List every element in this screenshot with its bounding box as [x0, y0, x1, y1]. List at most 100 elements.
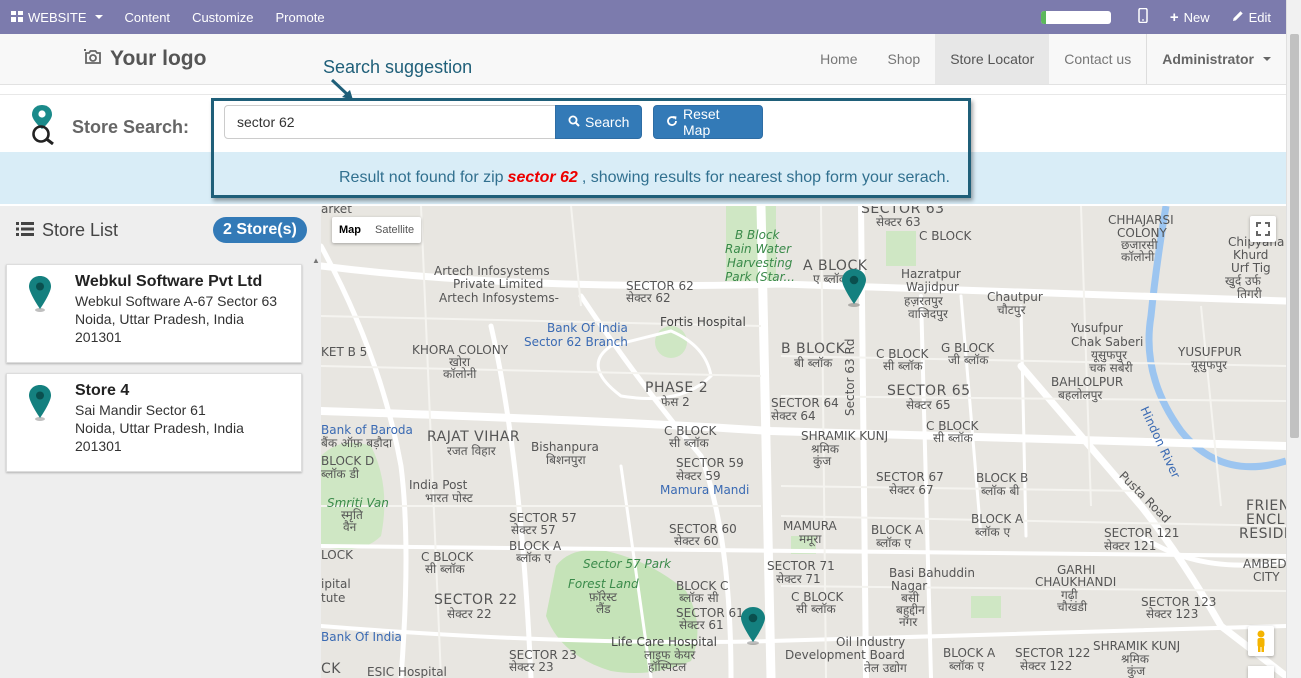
fullscreen-icon — [1256, 222, 1270, 236]
map-marker-icon — [27, 384, 53, 426]
zip-search-input[interactable] — [224, 105, 556, 139]
nav-home[interactable]: Home — [805, 34, 872, 84]
map-label: Bank Of India — [321, 630, 402, 644]
map-label: रजत विहार — [447, 444, 496, 458]
mobile-preview-button[interactable] — [1127, 0, 1159, 34]
grid-icon — [11, 10, 23, 25]
content-menu[interactable]: Content — [114, 0, 182, 34]
map-label: CITY — [1253, 570, 1280, 584]
map-label: Wajidpur — [906, 280, 959, 294]
map-label: कॉलोनी — [1121, 250, 1155, 264]
notice-suffix: , showing results for nearest shop form … — [581, 169, 950, 186]
notice-zip: sector 62 — [507, 169, 578, 186]
map-label: कुंज — [1127, 664, 1146, 678]
map-label: सेक्टर 121 — [1104, 539, 1157, 553]
map-label: LOCK — [321, 548, 353, 562]
store-map[interactable]: arket SECTOR 63 सेक्टर 63 CHHAJARSI COLO… — [321, 206, 1286, 678]
map-label: ipital — [321, 577, 351, 591]
store-count-badge: 2 Store(s) — [213, 217, 307, 243]
search-button-label: Search — [585, 114, 630, 130]
search-button[interactable]: Search — [555, 105, 642, 139]
zoom-in-button[interactable] — [1248, 666, 1274, 678]
edit-button-label: Edit — [1248, 9, 1271, 25]
map-label: Private Limited — [453, 277, 544, 291]
map-label: Artech Infosystems- — [439, 291, 559, 305]
page-scrollbar-thumb[interactable] — [1290, 34, 1299, 438]
map-label: लैंड — [596, 602, 611, 616]
new-button[interactable]: + New — [1159, 0, 1221, 34]
website-menu[interactable]: WEBSITE — [0, 0, 114, 34]
store-name: Store 4 — [75, 382, 130, 399]
map-label: सेक्टर 63 — [876, 215, 921, 229]
map-label: SECTOR 65 — [887, 383, 971, 399]
store-search-heading: Store Search: — [30, 105, 189, 150]
map-label: सेक्टर 71 — [776, 572, 821, 586]
nav-shop[interactable]: Shop — [873, 34, 936, 84]
map-label: तिगरी — [1237, 287, 1262, 301]
user-menu[interactable]: Administrator — [1146, 34, 1286, 84]
map-label: कॉलोनी — [443, 367, 477, 381]
annotation-label: Search suggestion — [323, 57, 473, 77]
map-label: Harvesting — [727, 256, 793, 270]
map-label: बिशनपुरा — [546, 453, 586, 467]
map-label: Fortis Hospital — [660, 315, 746, 329]
map-label: सेक्टर 122 — [1020, 659, 1073, 673]
search-result-notice: Result not found for zip sector 62 , sho… — [0, 152, 1286, 204]
map-label: चक सबेरी — [1089, 361, 1133, 375]
site-logo[interactable]: Your logo — [84, 47, 206, 71]
annotation-arrow-icon — [330, 78, 353, 100]
store-list-scrollbar[interactable]: ▲ — [310, 256, 320, 676]
map-label: arket — [321, 206, 352, 216]
scroll-up-icon: ▲ — [312, 256, 320, 265]
mobile-icon — [1138, 7, 1148, 26]
camera-icon — [84, 47, 102, 71]
fullscreen-button[interactable] — [1250, 216, 1276, 242]
map-label: सी ब्लॉक — [933, 431, 973, 445]
map-label: यूसुफपुर — [1191, 358, 1228, 372]
map-label: B Block — [735, 228, 780, 242]
user-menu-label: Administrator — [1162, 51, 1254, 67]
map-label: चौखंडी — [1057, 600, 1088, 614]
map-type-satellite[interactable]: Satellite — [368, 217, 421, 243]
map-label: सेक्टर 67 — [889, 483, 934, 497]
map-label: सेक्टर 60 — [674, 534, 719, 548]
promote-menu[interactable]: Promote — [264, 0, 335, 34]
map-label: Bank Of India — [547, 321, 628, 335]
map-label: CK — [321, 661, 341, 677]
map-label: भारत पोस्ट — [425, 491, 473, 505]
map-label: ब्लॉक ए — [975, 525, 1011, 539]
map-label: सेक्टर 59 — [676, 469, 721, 483]
map-label: ब्लॉक ए — [876, 536, 912, 550]
nav-store-locator[interactable]: Store Locator — [935, 34, 1050, 84]
store-zip: 201301 — [75, 329, 122, 345]
map-label: बैंक ऑफ़ बड़ौदा — [321, 436, 393, 450]
map-label: सेक्टर 64 — [771, 409, 816, 423]
reset-map-button[interactable]: Reset Map — [653, 105, 763, 139]
edit-button[interactable]: Edit — [1221, 0, 1282, 34]
store-search-label: Store Search: — [72, 117, 190, 137]
customize-menu[interactable]: Customize — [181, 0, 264, 34]
logo-text: Your logo — [110, 47, 207, 70]
map-label: बहलोलपुर — [1058, 388, 1103, 402]
map-label: ESIC Hospital — [367, 665, 447, 678]
pegman-icon — [1257, 630, 1265, 652]
map-type-toggle: Map Satellite — [332, 217, 422, 243]
map-marker-icon — [741, 607, 765, 645]
map-label: PHASE 2 — [645, 380, 709, 396]
map-label: RESIDE — [1239, 526, 1286, 542]
store-card[interactable]: Store 4 Sai Mandir Sector 61 Noida, Utta… — [6, 373, 302, 472]
store-address-line1: Sai Mandir Sector 61 — [75, 402, 206, 418]
store-address-line2: Noida, Uttar Pradesh, India — [75, 420, 244, 436]
page-scrollbar[interactable] — [1286, 0, 1301, 678]
map-label: C BLOCK — [919, 229, 972, 243]
map-label: tute — [321, 591, 346, 605]
store-name: Webkul Software Pvt Ltd — [75, 273, 263, 290]
map-label: सी ब्लॉक — [796, 602, 836, 616]
store-card[interactable]: Webkul Software Pvt Ltd Webkul Software … — [6, 264, 302, 363]
plus-icon: + — [1169, 8, 1179, 26]
nav-contact-us[interactable]: Contact us — [1049, 34, 1146, 84]
map-type-map[interactable]: Map — [332, 217, 368, 243]
map-label: तेल उद्योग — [864, 661, 907, 675]
street-view-button[interactable] — [1248, 626, 1274, 656]
map-label: KET B 5 — [321, 345, 368, 359]
